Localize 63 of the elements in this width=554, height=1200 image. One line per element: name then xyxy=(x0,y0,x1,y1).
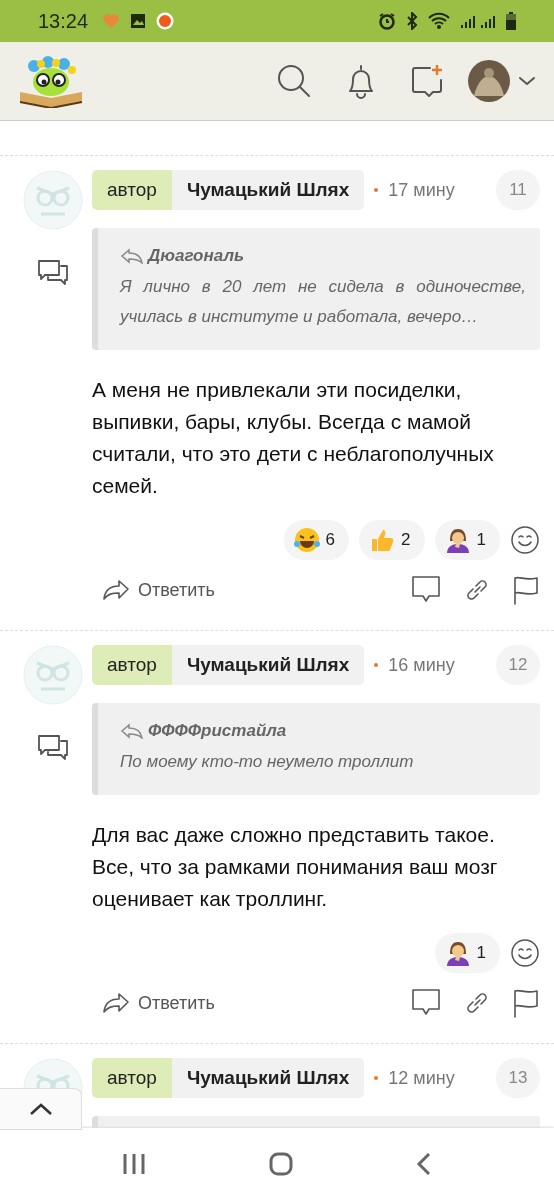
chat-bubbles-icon xyxy=(36,258,70,286)
recent-apps-icon[interactable] xyxy=(121,1152,146,1176)
reaction-chip[interactable]: 6 xyxy=(283,520,350,560)
owl-avatar xyxy=(23,645,83,705)
chevron-down-icon xyxy=(518,76,536,86)
author-badge: автор xyxy=(92,645,172,685)
reply-button[interactable]: Ответить xyxy=(102,992,215,1014)
comment-icon[interactable] xyxy=(410,575,442,605)
quote-author: Дюагональ xyxy=(148,246,245,266)
author-name[interactable]: Чумацький Шлях xyxy=(171,645,365,685)
comment-text: А меня не привлекали эти посиделки, выпивки, бары, клубы. Всегда с мамой считали, что это дети с неблагополучных семей. xyxy=(92,377,495,499)
comment-text: Для вас даже сложно представить такое. Все, что за рамками понимания ваш мозг оценивает как троллинг. xyxy=(92,822,499,912)
back-icon[interactable] xyxy=(416,1152,433,1176)
app-icon xyxy=(156,12,175,30)
battery-icon xyxy=(506,12,516,30)
person-facepalm-icon xyxy=(444,940,471,966)
laughing-face-icon xyxy=(293,527,320,553)
reaction-chip[interactable]: 1 xyxy=(434,520,500,560)
quote-author: ФФФФристайла xyxy=(148,721,287,741)
chevron-up-icon xyxy=(28,1102,53,1116)
flag-icon[interactable] xyxy=(512,988,540,1018)
quote-text: Я лично в 20 лет не сидела в одиночестве, училась в институте и работала, вечеро… xyxy=(120,276,526,328)
logo xyxy=(18,54,84,108)
reaction-chip[interactable]: 2 xyxy=(359,520,425,560)
link-icon[interactable] xyxy=(464,577,490,603)
reply-arrow-icon xyxy=(102,579,130,601)
comment-number: 11 xyxy=(496,170,540,210)
comment-time: 12 мину xyxy=(388,1067,455,1089)
link-icon[interactable] xyxy=(464,990,490,1016)
owl-avatar xyxy=(23,170,83,230)
reply-button[interactable]: Ответить xyxy=(102,579,215,601)
quote-text: По моему кто-то неумело троллит xyxy=(120,751,415,773)
thumbs-up-icon xyxy=(369,527,396,553)
flag-icon[interactable] xyxy=(512,575,540,605)
smiley-icon[interactable] xyxy=(510,938,540,968)
reaction-chip[interactable]: 1 xyxy=(434,933,500,973)
bell-icon[interactable] xyxy=(346,63,376,99)
new-message-icon[interactable] xyxy=(410,63,444,99)
bluetooth-icon xyxy=(406,12,418,30)
wifi-icon xyxy=(428,12,450,30)
scroll-up-button[interactable] xyxy=(0,1088,82,1130)
author-badge: автор xyxy=(92,1058,172,1098)
comment-time: 17 мину xyxy=(388,179,455,201)
home-icon[interactable] xyxy=(269,1152,293,1176)
reply-arrow-icon xyxy=(120,248,144,264)
author-name[interactable]: Чумацький Шлях xyxy=(171,170,365,210)
image-icon xyxy=(130,13,147,29)
comment-number: 12 xyxy=(496,645,540,685)
comment-number: 13 xyxy=(496,1058,540,1098)
heart-icon xyxy=(102,13,121,29)
reply-arrow-icon xyxy=(102,992,130,1014)
person-facepalm-icon xyxy=(444,527,471,553)
comment-time: 16 мину xyxy=(388,654,455,676)
status-time: 13:24 xyxy=(38,9,89,33)
user-avatar-menu[interactable] xyxy=(468,60,536,102)
comment-icon[interactable] xyxy=(410,988,442,1018)
author-badge: автор xyxy=(92,170,172,210)
author-name[interactable]: Чумацький Шлях xyxy=(171,1058,365,1098)
chat-bubbles-icon xyxy=(36,733,70,761)
reply-arrow-icon xyxy=(120,723,144,739)
alarm-icon xyxy=(378,12,396,30)
search-icon[interactable] xyxy=(276,63,312,99)
smiley-icon[interactable] xyxy=(510,525,540,555)
